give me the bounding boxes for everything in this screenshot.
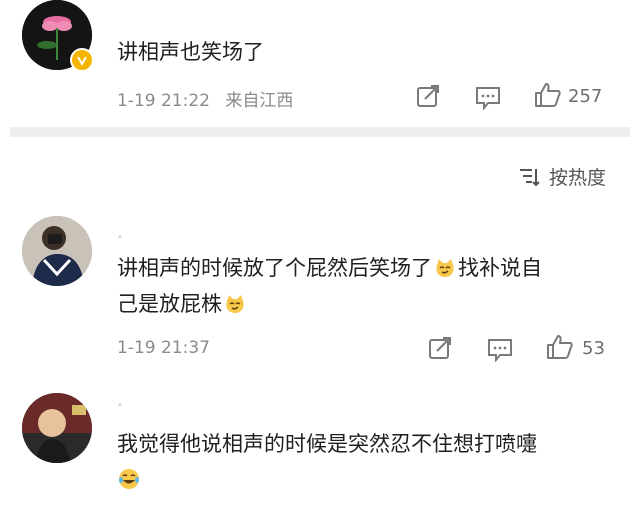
comment-text-part: 讲相声的时候放了个屁然后笑场了 <box>117 256 432 280</box>
smirk-cat-emoji-icon <box>224 290 246 313</box>
share-icon <box>417 85 439 107</box>
sort-lines-icon <box>519 168 540 186</box>
bald-man-avatar-icon <box>22 393 92 463</box>
comment-button[interactable] <box>475 86 501 114</box>
person-photo-avatar-icon <box>22 216 92 286</box>
share-button[interactable] <box>428 336 454 364</box>
thumbs-up-icon <box>547 335 573 359</box>
comment-time: 1-19 21:37 <box>117 338 210 358</box>
comment-text: 我觉得他说相声的时候是突然忍不住想打喷嚏 <box>117 432 537 456</box>
avatar[interactable] <box>22 393 92 463</box>
sort-label: 按热度 <box>548 167 606 189</box>
like-button[interactable] <box>546 334 574 364</box>
comment-text: 讲相声的时候放了个屁然后笑场了 找补说自 <box>117 250 542 286</box>
avatar[interactable] <box>22 216 92 286</box>
comment-meta: 1-19 21:37 <box>117 338 210 358</box>
share-button[interactable] <box>416 84 442 112</box>
comment-icon <box>476 87 500 111</box>
sort-button[interactable]: 按热度 <box>519 163 606 190</box>
like-button[interactable] <box>534 82 562 112</box>
comment-location: 来自江西 <box>225 91 294 111</box>
laugh-cry-emoji-icon <box>118 468 140 490</box>
comment-text: 己是放屁株 <box>117 286 248 322</box>
smirk-cat-emoji-icon <box>434 254 456 277</box>
comment-icon <box>488 339 512 363</box>
comment-text-part: 找补说自 <box>458 256 542 280</box>
comment-meta: 1-19 21:22 来自江西 <box>117 86 293 111</box>
comment-text-part: 己是放屁株 <box>117 292 222 316</box>
like-count: 53 <box>582 338 605 359</box>
comment-time: 1-19 21:22 <box>117 91 210 111</box>
small-dot: • <box>117 232 123 243</box>
comment-text: 讲相声也笑场了 <box>117 40 264 64</box>
divider <box>10 127 630 137</box>
small-dot: • <box>117 400 123 411</box>
share-icon <box>429 337 451 359</box>
verified-badge-icon <box>70 48 94 72</box>
thumbs-up-icon <box>535 83 561 107</box>
comment-button[interactable] <box>487 338 513 366</box>
like-count: 257 <box>568 86 603 107</box>
